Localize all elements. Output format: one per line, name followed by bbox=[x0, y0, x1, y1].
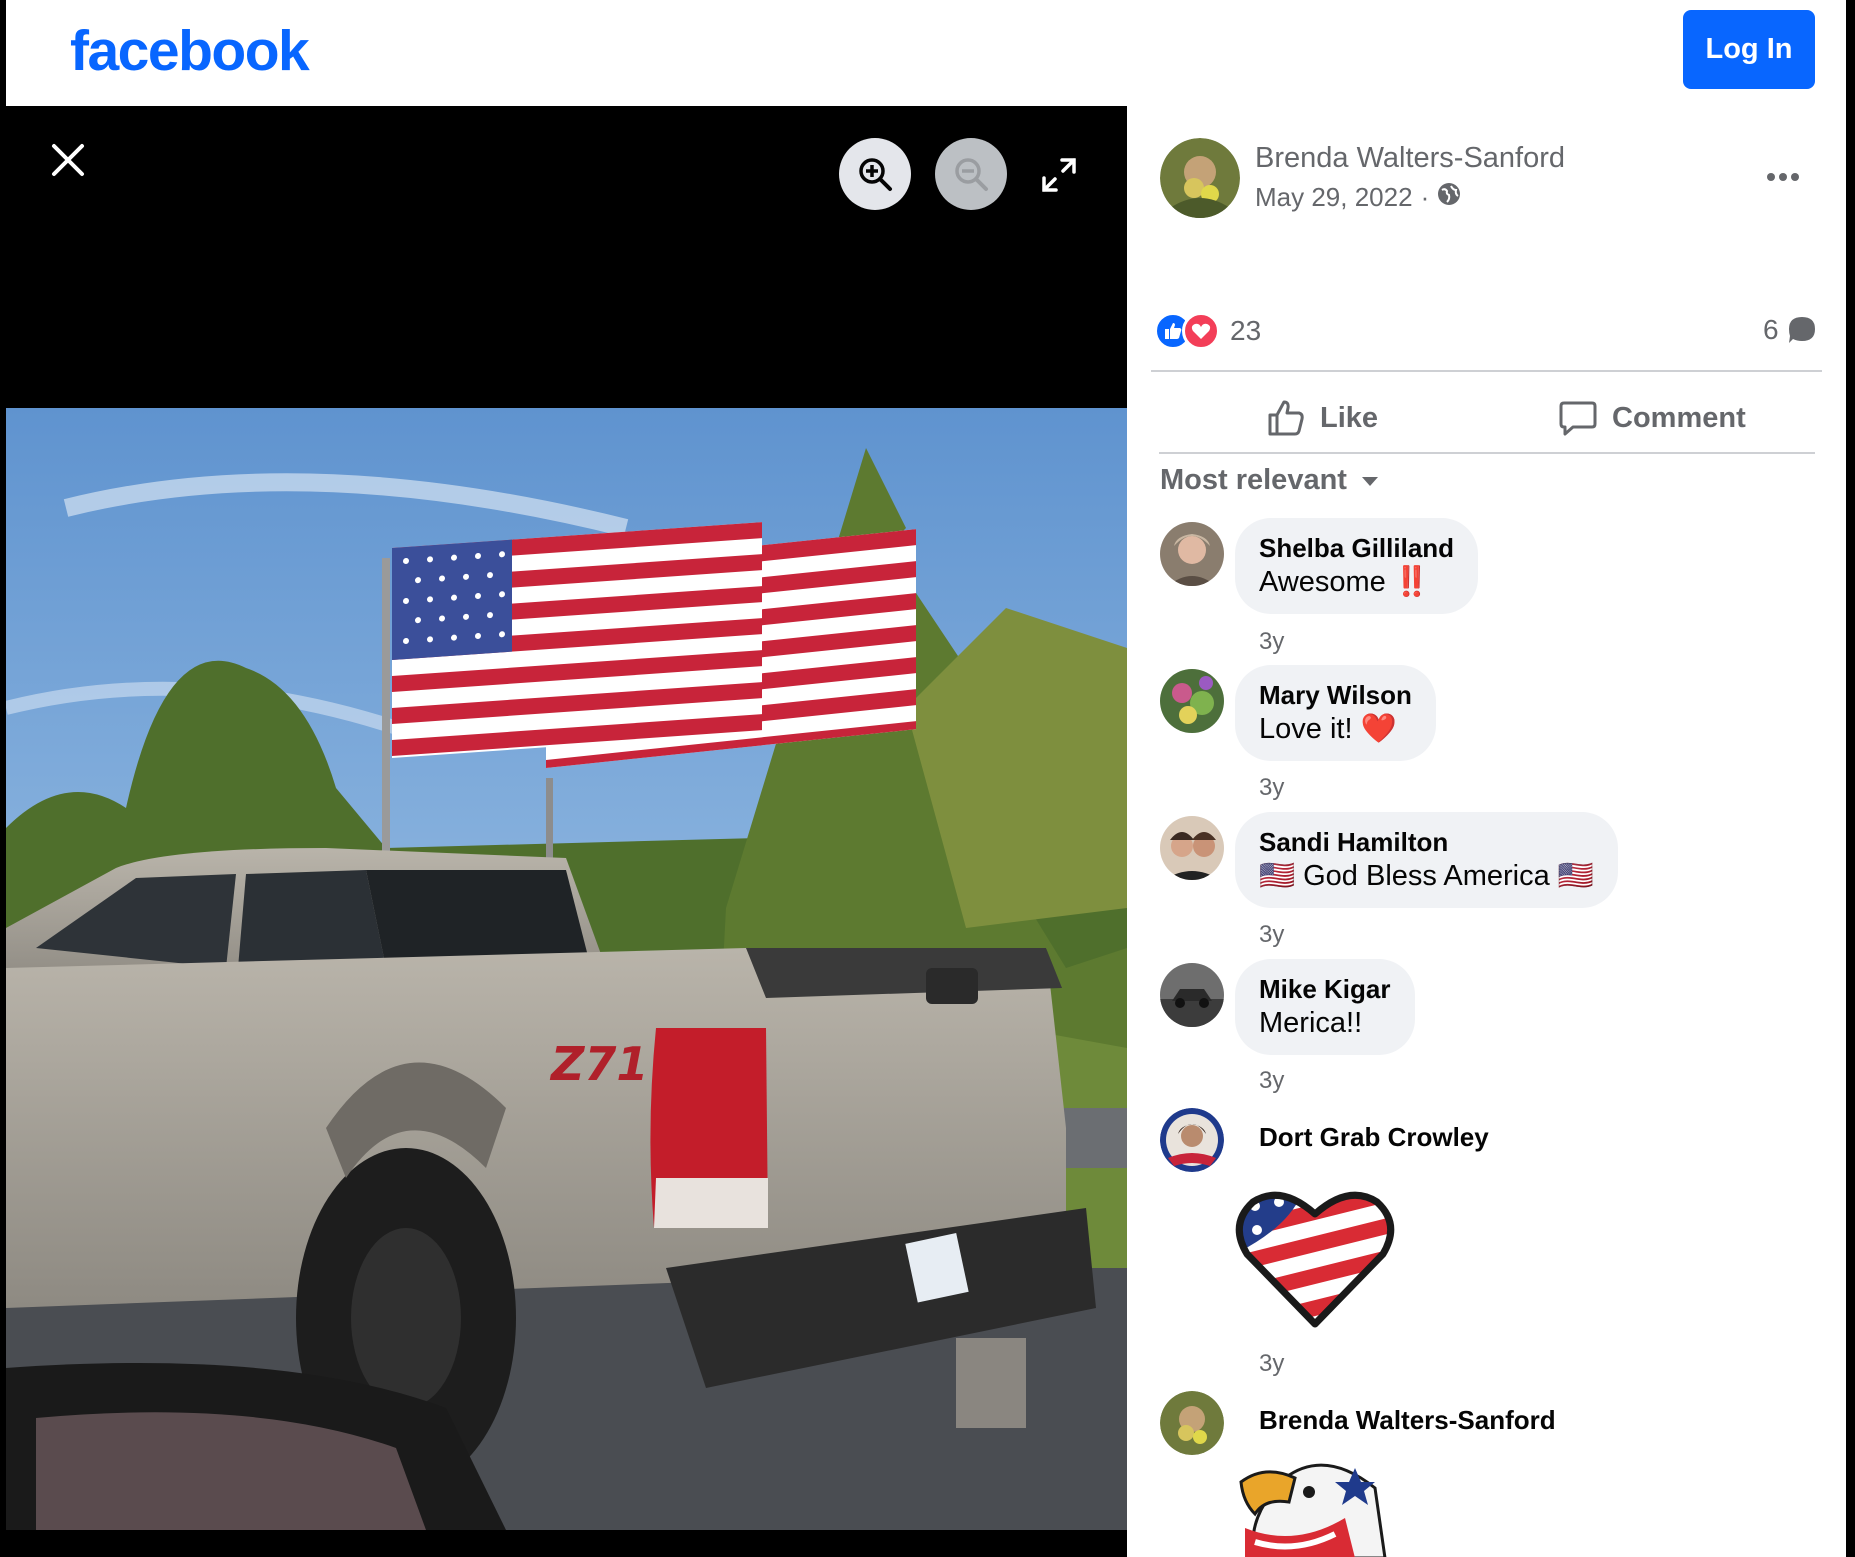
reaction-summary[interactable]: 23 bbox=[1154, 312, 1261, 350]
login-button[interactable]: Log In bbox=[1683, 10, 1815, 89]
meta-separator: · bbox=[1420, 182, 1430, 212]
comment-text-value: Awesome bbox=[1259, 566, 1386, 598]
comment-count-value: 6 bbox=[1763, 314, 1779, 345]
comment-text-value: Merica!! bbox=[1259, 1007, 1363, 1039]
double-exclamation-emoji: ‼️ bbox=[1393, 566, 1430, 598]
comment-bubble: Mary Wilson Love it! ❤️ bbox=[1235, 665, 1436, 761]
comment-button[interactable]: Comment bbox=[1558, 386, 1746, 450]
commenter-avatar[interactable] bbox=[1160, 816, 1224, 880]
comment-text: 🇺🇸 God Bless America 🇺🇸 bbox=[1259, 858, 1594, 894]
comment-time[interactable]: 3y bbox=[1259, 1067, 1284, 1095]
facebook-logo[interactable]: facebook bbox=[70, 18, 310, 84]
red-heart-emoji: ❤️ bbox=[1360, 713, 1397, 745]
like-button[interactable]: Like bbox=[1266, 386, 1378, 450]
comment-text-value: God Bless America bbox=[1303, 860, 1550, 892]
post-details-panel: Brenda Walters-Sanford May 29, 2022 · 23… bbox=[1127, 106, 1846, 1557]
comment-bubble: Sandi Hamilton 🇺🇸 God Bless America 🇺🇸 bbox=[1235, 812, 1618, 908]
comment-time[interactable]: 3y bbox=[1259, 628, 1284, 656]
divider bbox=[1159, 452, 1815, 454]
fullscreen-icon[interactable] bbox=[1038, 154, 1080, 196]
comment-sort-dropdown[interactable]: Most relevant bbox=[1160, 464, 1379, 497]
commenter-name[interactable]: Brenda Walters-Sanford bbox=[1259, 1405, 1556, 1436]
eagle-sticker bbox=[1235, 1458, 1395, 1557]
reaction-count: 23 bbox=[1230, 315, 1262, 346]
sort-label: Most relevant bbox=[1160, 464, 1347, 496]
commenter-avatar[interactable] bbox=[1160, 669, 1224, 733]
zoom-out-button[interactable] bbox=[935, 138, 1007, 210]
zoom-in-button[interactable] bbox=[839, 138, 911, 210]
commenter-name[interactable]: Mary Wilson bbox=[1259, 679, 1412, 711]
flag-heart-sticker bbox=[1235, 1184, 1395, 1339]
comment-bubble: Mike Kigar Merica!! bbox=[1235, 959, 1415, 1055]
thumbs-up-icon bbox=[1268, 400, 1304, 436]
us-flag-emoji: 🇺🇸 bbox=[1259, 860, 1296, 892]
comment-text: Love it! ❤️ bbox=[1259, 711, 1412, 747]
svg-text:Z71: Z71 bbox=[549, 1037, 648, 1091]
comment-icon bbox=[1559, 401, 1597, 436]
zoom-in-icon bbox=[859, 158, 892, 191]
comment-text-value: Love it! bbox=[1259, 713, 1353, 745]
close-icon[interactable] bbox=[44, 136, 92, 184]
author-avatar[interactable] bbox=[1160, 138, 1240, 218]
more-options-icon[interactable] bbox=[1759, 162, 1807, 192]
us-flag-emoji: 🇺🇸 bbox=[1557, 860, 1594, 892]
author-name[interactable]: Brenda Walters-Sanford bbox=[1255, 142, 1565, 175]
comment-time[interactable]: 3y bbox=[1259, 1350, 1284, 1378]
commenter-avatar[interactable] bbox=[1160, 1108, 1224, 1172]
comment-label: Comment bbox=[1612, 401, 1746, 434]
comment-time[interactable]: 3y bbox=[1259, 774, 1284, 802]
commenter-name[interactable]: Shelba Gilliland bbox=[1259, 532, 1454, 564]
comment-text: Merica!! bbox=[1259, 1005, 1391, 1041]
caret-down-icon bbox=[1361, 476, 1378, 486]
commenter-avatar[interactable] bbox=[1160, 522, 1224, 586]
comment-time[interactable]: 3y bbox=[1259, 921, 1284, 949]
top-bar: facebook Log In bbox=[6, 0, 1846, 106]
globe-icon bbox=[1437, 182, 1461, 213]
commenter-name[interactable]: Dort Grab Crowley bbox=[1259, 1122, 1489, 1153]
comment-bubble: Shelba Gilliland Awesome ‼️ bbox=[1235, 518, 1479, 614]
divider bbox=[1151, 370, 1822, 372]
commenter-avatar[interactable] bbox=[1160, 963, 1224, 1027]
zoom-out-icon bbox=[955, 158, 988, 191]
commenter-avatar[interactable] bbox=[1160, 1391, 1224, 1455]
commenter-name[interactable]: Mike Kigar bbox=[1259, 973, 1391, 1005]
commenter-name[interactable]: Sandi Hamilton bbox=[1259, 826, 1594, 858]
comment-bubble-icon bbox=[1788, 317, 1815, 343]
photo-viewer: Z71 bbox=[6, 106, 1127, 1557]
comment-count[interactable]: 6 bbox=[1763, 314, 1817, 346]
post-meta: May 29, 2022 · bbox=[1255, 182, 1461, 213]
window-edge-right bbox=[1846, 0, 1855, 1557]
comment-text: Awesome ‼️ bbox=[1259, 564, 1454, 600]
like-label: Like bbox=[1320, 401, 1379, 434]
love-reaction-icon bbox=[1182, 312, 1220, 350]
post-photo: Z71 bbox=[6, 408, 1127, 1530]
post-date[interactable]: May 29, 2022 bbox=[1255, 182, 1413, 213]
